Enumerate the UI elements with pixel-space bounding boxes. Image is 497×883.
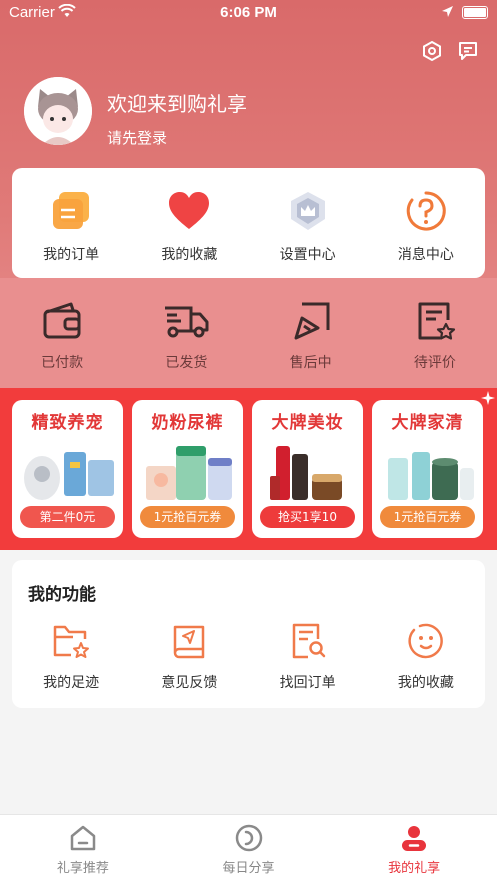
wallet-icon bbox=[43, 302, 81, 339]
to-review-label: 待评价 bbox=[413, 355, 456, 371]
location-arrow-icon bbox=[442, 6, 453, 17]
shipped-button[interactable]: 已发货 bbox=[124, 298, 248, 372]
return-icon bbox=[294, 302, 330, 340]
retrieve-order-label: 找回订单 bbox=[279, 675, 336, 691]
avatar[interactable] bbox=[24, 77, 92, 145]
messages-label: 消息中心 bbox=[397, 247, 454, 263]
truck-icon bbox=[165, 306, 209, 338]
settings-hex-icon[interactable] bbox=[421, 40, 443, 62]
promo-card-baby[interactable]: 奶粉尿裤 1元抢百元券 bbox=[132, 400, 243, 538]
after-sale-button[interactable]: 售后中 bbox=[249, 298, 373, 372]
feedback-button[interactable]: 意见反馈 bbox=[130, 618, 248, 692]
avatar-cat-icon bbox=[24, 77, 92, 145]
tab-recommend[interactable]: 礼享推荐 bbox=[0, 815, 166, 883]
tab-label: 礼享推荐 bbox=[56, 861, 109, 876]
paid-button[interactable]: 已付款 bbox=[0, 298, 124, 372]
heart-icon bbox=[169, 192, 210, 229]
settings-label: 设置中心 bbox=[279, 247, 336, 263]
promo-tag: 抢买1享10 bbox=[260, 506, 355, 528]
orders-card: 我的订单 我的收藏 设置中心 消息中心 bbox=[12, 168, 485, 278]
favorites-label: 我的收藏 bbox=[161, 247, 218, 263]
after-sale-label: 售后中 bbox=[289, 355, 332, 371]
paid-label: 已付款 bbox=[41, 355, 84, 371]
tab-bar: 礼享推荐 每日分享 我的礼享 bbox=[0, 814, 497, 883]
message-icon[interactable] bbox=[457, 40, 479, 62]
order-status-row: 已付款 已发货 售后中 待评价 bbox=[0, 278, 497, 388]
favorites-feature-label: 我的收藏 bbox=[397, 675, 454, 691]
tab-daily-share[interactable]: 每日分享 bbox=[166, 815, 332, 883]
promo-card-home-clean[interactable]: 大牌家清 1元抢百元券 bbox=[372, 400, 483, 538]
tab-label: 每日分享 bbox=[222, 861, 275, 876]
clock: 6:06 PM bbox=[220, 4, 277, 21]
footprint-button[interactable]: 我的足迹 bbox=[12, 618, 130, 692]
baby-products-image bbox=[146, 446, 232, 500]
favorites-feature-button[interactable]: 我的收藏 bbox=[367, 618, 485, 692]
shipped-label: 已发货 bbox=[165, 355, 208, 371]
promo-card-beauty[interactable]: 大牌美妆 抢买1享10 bbox=[252, 400, 363, 538]
feedback-book-icon bbox=[174, 625, 205, 659]
my-favorites-button[interactable]: 我的收藏 bbox=[130, 188, 248, 264]
smile-icon bbox=[408, 623, 443, 659]
message-center-button[interactable]: 消息中心 bbox=[367, 188, 485, 264]
promo-banner: 精致养宠 第二件0元 奶粉尿裤 1元抢百元券 大牌美妆 抢买1享10 大牌家清 … bbox=[0, 388, 497, 550]
search-document-icon bbox=[292, 623, 325, 659]
to-review-button[interactable]: 待评价 bbox=[373, 298, 497, 372]
welcome-text: 欢迎来到购礼享 bbox=[107, 92, 247, 116]
battery-icon bbox=[462, 6, 488, 19]
beauty-products-image bbox=[270, 446, 342, 500]
home-icon bbox=[70, 825, 96, 851]
promo-tag: 1元抢百元券 bbox=[380, 506, 475, 528]
promo-title: 大牌家清 bbox=[391, 413, 464, 433]
review-icon bbox=[418, 302, 455, 340]
my-orders-button[interactable]: 我的订单 bbox=[12, 188, 130, 264]
promo-title: 奶粉尿裤 bbox=[151, 413, 224, 433]
question-icon bbox=[406, 191, 446, 231]
promo-card-pets[interactable]: 精致养宠 第二件0元 bbox=[12, 400, 123, 538]
promo-tag: 1元抢百元券 bbox=[140, 506, 235, 528]
pet-products-image bbox=[24, 452, 114, 500]
login-link[interactable]: 请先登录 bbox=[107, 127, 167, 148]
orders-icon bbox=[53, 192, 90, 229]
orders-label: 我的订单 bbox=[43, 247, 100, 263]
promo-title: 大牌美妆 bbox=[271, 413, 344, 433]
feedback-label: 意见反馈 bbox=[161, 675, 218, 691]
status-bar: Carrier 6:06 PM bbox=[0, 0, 497, 26]
promo-title: 精致养宠 bbox=[31, 413, 104, 433]
promo-tag: 第二件0元 bbox=[20, 506, 115, 528]
sparkle-icon bbox=[481, 391, 495, 405]
footprint-label: 我的足迹 bbox=[43, 675, 100, 691]
retrieve-order-button[interactable]: 找回订单 bbox=[249, 618, 367, 692]
profile-icon bbox=[402, 826, 427, 851]
tab-label: 我的礼享 bbox=[388, 861, 441, 876]
cleaning-products-image bbox=[388, 452, 474, 500]
settings-center-button[interactable]: 设置中心 bbox=[249, 188, 367, 264]
share-circle-icon bbox=[235, 824, 262, 852]
my-features-card: 我的功能 我的足迹 意见反馈 找回订单 我的收藏 bbox=[12, 560, 485, 708]
tab-my-gift[interactable]: 我的礼享 bbox=[331, 815, 497, 883]
features-title: 我的功能 bbox=[28, 585, 96, 605]
folder-star-icon bbox=[53, 625, 90, 658]
crown-shield-icon bbox=[290, 192, 325, 230]
